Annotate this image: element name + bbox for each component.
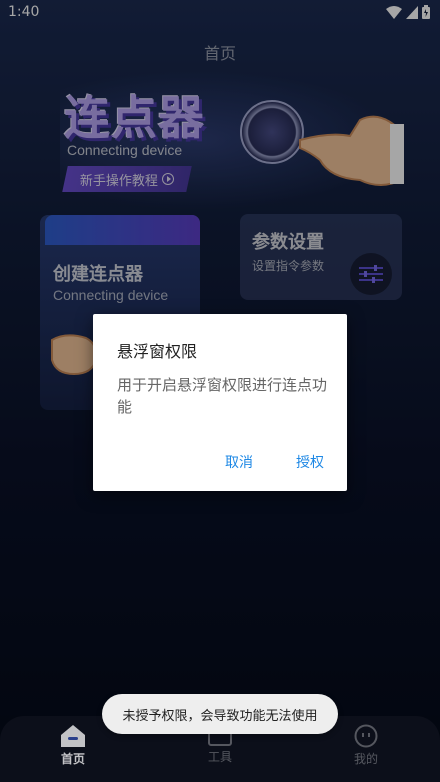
dialog-message: 用于开启悬浮窗权限进行连点功能 [117,376,328,416]
floating-window-permission-dialog: 悬浮窗权限 用于开启悬浮窗权限进行连点功能 取消 授权 [93,314,347,491]
home-icon [61,725,85,747]
dialog-title: 悬浮窗权限 [117,342,198,361]
nav-item-mine[interactable]: 我的 [336,724,396,767]
smiley-profile-icon [354,724,378,748]
cancel-button[interactable]: 取消 [225,452,253,472]
grant-button[interactable]: 授权 [296,452,324,472]
toast-message: 未授予权限，会导致功能无法使用 [102,694,338,734]
nav-item-home[interactable]: 首页 [43,724,103,767]
nav-label-home: 首页 [60,752,85,766]
nav-label-tools: 工具 [207,750,232,764]
nav-label-mine: 我的 [353,752,378,766]
